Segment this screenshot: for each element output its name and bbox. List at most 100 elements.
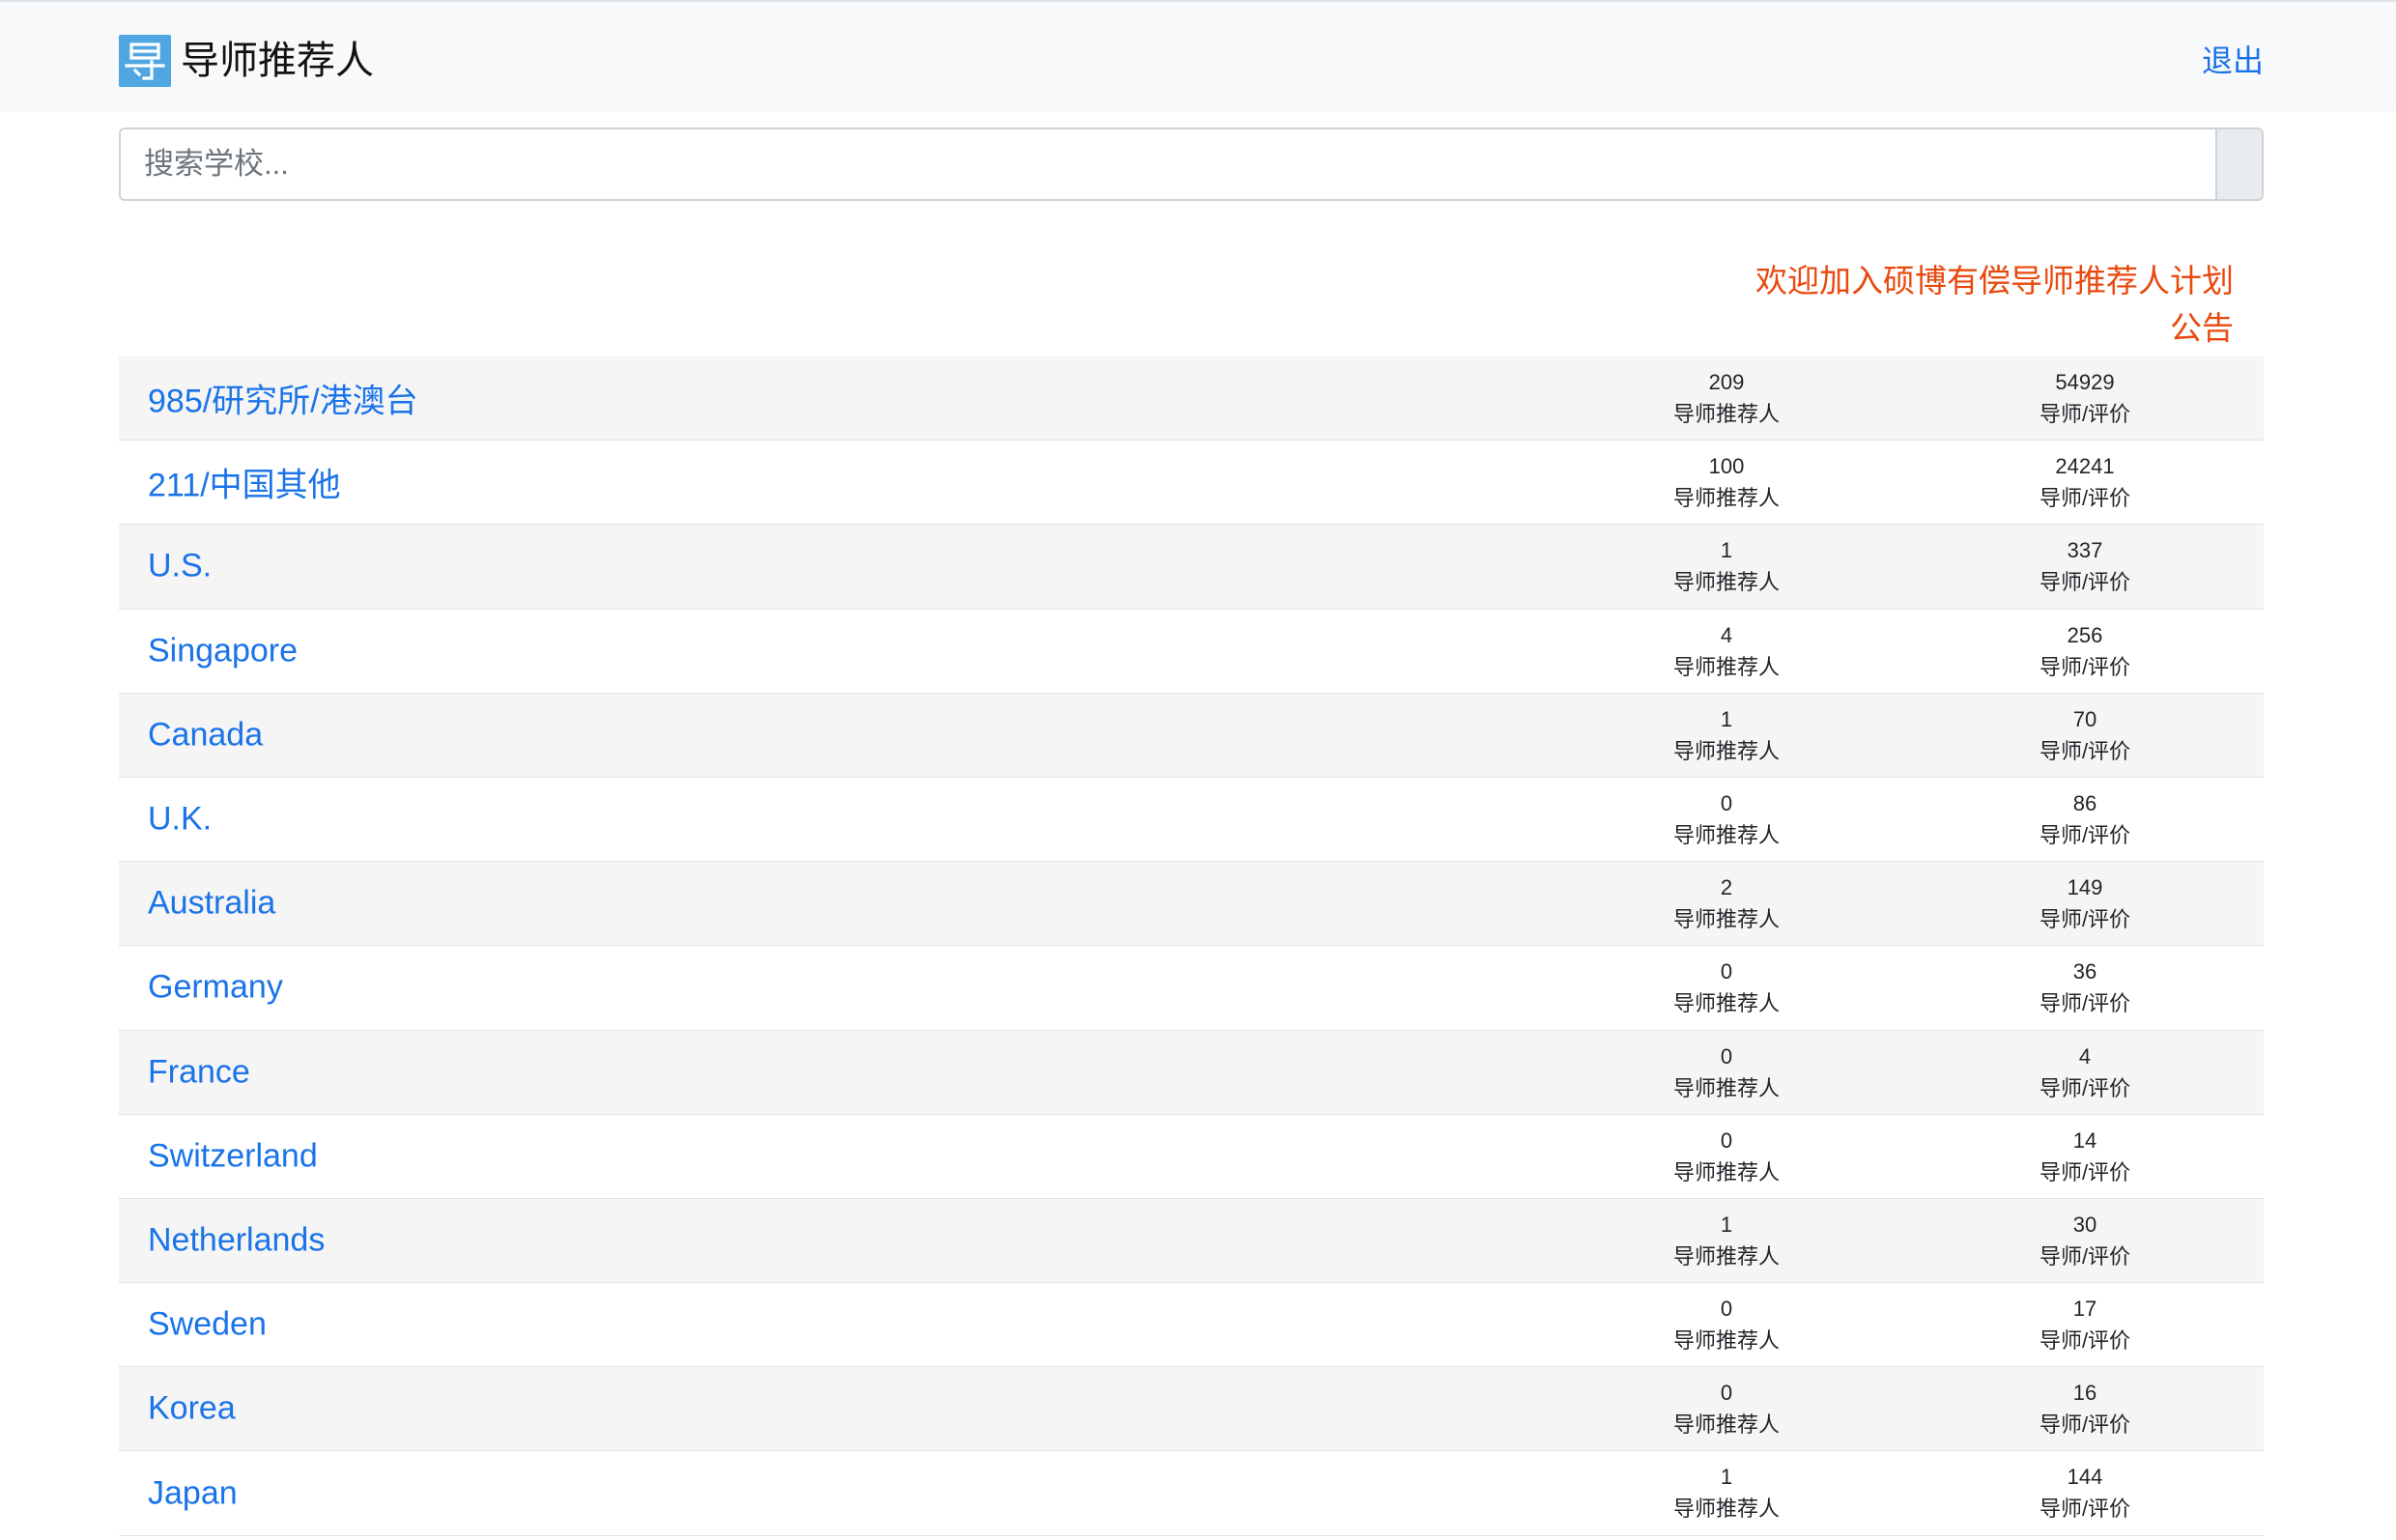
review-label: 导师/评价 [2039,991,2131,1016]
table-row: Germany 0 导师推荐人 36 导师/评价 [119,946,2264,1031]
table-row: Canada 1 导师推荐人 70 导师/评价 [119,693,2264,778]
review-label: 导师/评价 [2039,1075,2131,1100]
recommender-count: 0 [1720,1297,1733,1322]
review-label: 导师/评价 [2039,1243,2131,1269]
recommender-label: 导师推荐人 [1672,570,1780,595]
recommender-count-cell: 1 导师推荐人 [1630,1209,1823,1272]
recommender-count-cell: 1 导师推荐人 [1630,703,1823,767]
recommender-label: 导师推荐人 [1672,402,1780,426]
recommender-count: 1 [1720,1212,1733,1237]
school-category-table: 985/研究所/港澳台 209 导师推荐人 54929 导师/评价 211/中国其他 100… [119,356,2264,1536]
review-count: 86 [2072,790,2097,815]
review-label: 导师/评价 [2039,907,2131,932]
navbar: 导师推荐人 退出 [0,0,2396,111]
recommender-label: 导师推荐人 [1672,907,1780,932]
review-label: 导师/评价 [2039,570,2131,595]
review-count-cell: 16 导师/评价 [1988,1377,2182,1440]
recommender-count-cell: 0 导师推荐人 [1630,787,1823,851]
review-count-cell: 14 导师/评价 [1988,1125,2182,1188]
review-count: 17 [2072,1297,2097,1322]
review-count: 337 [2067,538,2103,563]
school-category-link[interactable]: 985/研究所/港澳台 [148,375,418,422]
recommender-count-cell: 4 导师推荐人 [1630,619,1823,683]
recommender-label: 导师推荐人 [1672,991,1780,1016]
recommender-count: 4 [1720,622,1733,647]
recommender-count-cell: 0 导师推荐人 [1630,1377,1823,1440]
school-category-link[interactable]: France [148,1053,250,1091]
announcement-link[interactable]: 公告 [1755,304,2234,352]
review-label: 导师/评价 [2039,654,2131,679]
recommender-count: 0 [1720,1381,1733,1406]
table-row: Korea 0 导师推荐人 16 导师/评价 [119,1367,2264,1452]
school-category-link[interactable]: Australia [148,885,275,923]
school-category-link[interactable]: Netherlands [148,1221,325,1259]
recommender-label: 导师推荐人 [1672,486,1780,511]
table-row: U.S. 1 导师推荐人 337 导师/评价 [119,525,2264,610]
school-category-link[interactable]: Japan [148,1474,238,1512]
recommender-count: 1 [1720,1465,1733,1490]
review-count-cell: 256 导师/评价 [1988,619,2182,683]
table-row: France 0 导师推荐人 4 导师/评价 [119,1030,2264,1115]
table-row: Japan 1 导师推荐人 144 导师/评价 [119,1451,2264,1536]
review-count: 16 [2072,1381,2097,1406]
notice-panel: 欢迎加入硕博有偿导师推荐人计划 公告 [1755,257,2234,352]
search-button[interactable] [2215,128,2264,201]
table-row: 211/中国其他 100 导师推荐人 24241 导师/评价 [119,441,2264,526]
school-category-link[interactable]: Singapore [148,632,298,670]
join-program-link[interactable]: 欢迎加入硕博有偿导师推荐人计划 [1755,257,2234,304]
school-category-link[interactable]: U.S. [148,548,212,585]
review-count-cell: 337 导师/评价 [1988,534,2182,598]
brand-link[interactable]: 导师推荐人 [119,33,374,89]
review-count: 54929 [2055,370,2115,394]
review-count: 14 [2072,1127,2097,1153]
school-category-link[interactable]: 211/中国其他 [148,459,341,506]
school-search-input[interactable] [119,128,2215,201]
review-count: 70 [2072,706,2097,731]
review-count-cell: 4 导师/评价 [1988,1041,2182,1104]
review-label: 导师/评价 [2039,822,2131,847]
recommender-count-cell: 0 导师推荐人 [1630,1293,1823,1356]
recommender-count: 100 [1708,454,1745,479]
recommender-count-cell: 209 导师推荐人 [1630,366,1823,430]
recommender-label: 导师推荐人 [1672,1497,1780,1522]
review-count-cell: 149 导师/评价 [1988,871,2182,935]
recommender-label: 导师推荐人 [1672,1412,1780,1438]
school-category-link[interactable]: Sweden [148,1306,267,1344]
review-count: 30 [2072,1212,2097,1237]
review-count-cell: 144 导师/评价 [1988,1461,2182,1525]
recommender-count-cell: 1 导师推荐人 [1630,534,1823,598]
table-row: 985/研究所/港澳台 209 导师推荐人 54929 导师/评价 [119,356,2264,442]
recommender-label: 导师推荐人 [1672,654,1780,679]
review-count-cell: 70 导师/评价 [1988,703,2182,767]
recommender-count: 0 [1720,1127,1733,1153]
review-count: 256 [2067,622,2103,647]
recommender-label: 导师推荐人 [1672,822,1780,847]
review-count-cell: 30 导师/评价 [1988,1209,2182,1272]
logout-link[interactable]: 退出 [2202,37,2264,81]
school-category-link[interactable]: Switzerland [148,1137,318,1175]
review-count-cell: 86 导师/评价 [1988,787,2182,851]
school-category-link[interactable]: U.K. [148,801,212,839]
review-count: 149 [2067,875,2103,900]
recommender-count-cell: 1 导师推荐人 [1630,1461,1823,1525]
recommender-label: 导师推荐人 [1672,1159,1780,1184]
review-label: 导师/评价 [2039,486,2131,511]
table-row: Singapore 4 导师推荐人 256 导师/评价 [119,609,2264,694]
recommender-count-cell: 0 导师推荐人 [1630,1041,1823,1104]
school-category-link[interactable]: Germany [148,969,283,1007]
review-count: 144 [2067,1465,2103,1490]
recommender-label: 导师推荐人 [1672,1075,1780,1100]
brand-title: 导师推荐人 [181,40,374,82]
recommender-label: 导师推荐人 [1672,1328,1780,1354]
dao-logo-glyph [125,43,165,80]
school-category-link[interactable]: Canada [148,716,263,754]
table-row: Netherlands 1 导师推荐人 30 导师/评价 [119,1198,2264,1284]
recommender-label: 导师推荐人 [1672,1243,1780,1269]
table-row: Sweden 0 导师推荐人 17 导师/评价 [119,1283,2264,1368]
school-category-link[interactable]: Korea [148,1390,236,1428]
review-count-cell: 24241 导师/评价 [1988,450,2182,514]
review-count: 24241 [2055,454,2115,479]
recommender-label: 导师推荐人 [1672,738,1780,763]
recommender-count: 209 [1708,370,1745,394]
table-row: U.K. 0 导师推荐人 86 导师/评价 [119,777,2264,863]
